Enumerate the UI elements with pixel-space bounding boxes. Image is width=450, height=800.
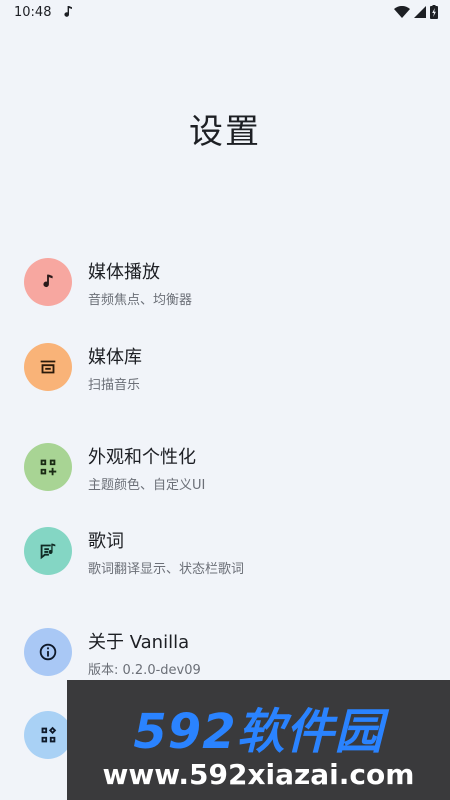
- setting-subtitle: 版本: 0.2.0-dev09: [88, 663, 201, 678]
- music-note-icon: [24, 258, 72, 306]
- setting-title: 歌词: [88, 531, 124, 552]
- status-indicators: [394, 5, 438, 19]
- setting-title: 媒体库: [88, 347, 142, 368]
- watermark-url: www.592xiazai.com: [102, 758, 415, 791]
- battery-charging-icon: [430, 5, 438, 19]
- widgets-icon: [24, 443, 72, 491]
- setting-subtitle: 扫描音乐: [88, 378, 141, 393]
- setting-item-appearance[interactable]: 外观和个性化 主题颜色、自定义UI: [0, 443, 450, 513]
- setting-subtitle: 音频焦点、均衡器: [88, 293, 193, 308]
- setting-title: 关于 Vanilla: [88, 632, 190, 653]
- watermark-brand: 592软件园: [133, 704, 384, 760]
- setting-item-media-library[interactable]: 媒体库 扫描音乐: [0, 343, 450, 413]
- extensions-icon: [24, 711, 72, 759]
- setting-title: 外观和个性化: [88, 447, 196, 468]
- setting-subtitle: 歌词翻译显示、状态栏歌词: [88, 562, 245, 577]
- status-bar: 10:48: [0, 0, 450, 26]
- setting-item-lyrics[interactable]: 歌词 歌词翻译显示、状态栏歌词: [0, 527, 450, 597]
- library-icon: [24, 343, 72, 391]
- status-time: 10:48: [14, 5, 52, 20]
- lyrics-icon: [24, 527, 72, 575]
- wifi-icon: [394, 6, 410, 18]
- setting-item-media-playback[interactable]: 媒体播放 音频焦点、均衡器: [0, 258, 450, 328]
- music-notification-icon: [62, 4, 74, 18]
- cellular-signal-icon: [414, 6, 426, 18]
- setting-title: 媒体播放: [88, 262, 160, 283]
- setting-subtitle: 主题颜色、自定义UI: [88, 478, 206, 493]
- watermark-banner: 592软件园 www.592xiazai.com: [67, 680, 450, 800]
- page-title: 设置: [189, 112, 261, 152]
- info-icon: [24, 628, 72, 676]
